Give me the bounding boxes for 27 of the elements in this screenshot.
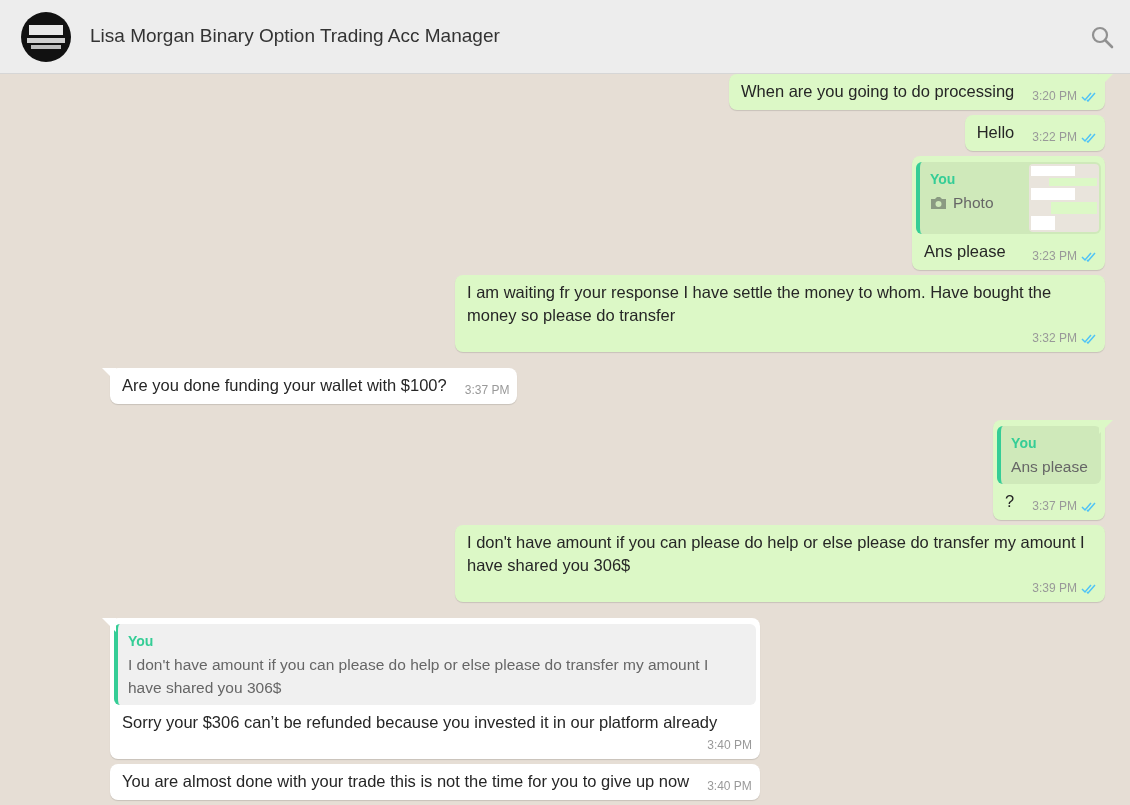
message-time: 3:23 PM (1032, 248, 1077, 265)
message-time: 3:37 PM (1032, 498, 1077, 515)
message-text: Sorry your $306 can’t be refunded because you invested it in our platform already (122, 712, 718, 733)
message-text: Are you done funding your wallet with $100? (122, 375, 447, 396)
quote-text: Ans please (1011, 457, 1088, 477)
quote-text: I don't have amount if you can please do help or else please do transfer my amount I have shared you 306$ (128, 655, 710, 698)
message-time: 3:22 PM (1032, 129, 1077, 146)
message-time: 3:37 PM (464, 382, 510, 399)
search-icon[interactable] (1090, 24, 1114, 49)
quote-text: Photo (953, 193, 994, 213)
message-time: 3:32 PM (1032, 330, 1077, 347)
message-time: 3:39 PM (1032, 580, 1077, 597)
message-text: I am waiting fr your response I have settle the money to whom. Have bought the money so please do transfer (467, 282, 1053, 326)
message-time: 3:40 PM (707, 737, 752, 754)
quote-author: You (1011, 434, 1038, 453)
message-text: You are almost done with your trade this is not the time for you to give up now (122, 771, 690, 792)
camera-icon (930, 195, 947, 210)
message-text: When are you going to do processing (740, 81, 1015, 102)
message-text: Ans please (924, 241, 1006, 262)
quote-author: You (128, 632, 155, 651)
message-text: ? (1005, 491, 1015, 512)
contact-name: Lisa Morgan Binary Option Trading Acc Manager (90, 24, 500, 49)
message-text: Hello (976, 122, 1015, 143)
message-time: 3:40 PM (707, 778, 752, 795)
message-text: I don't have amount if you can please do help or else please do transfer my amount I have shared you 306$ (467, 532, 1086, 576)
quote-author: You (930, 170, 957, 189)
message-time: 3:20 PM (1032, 88, 1077, 105)
